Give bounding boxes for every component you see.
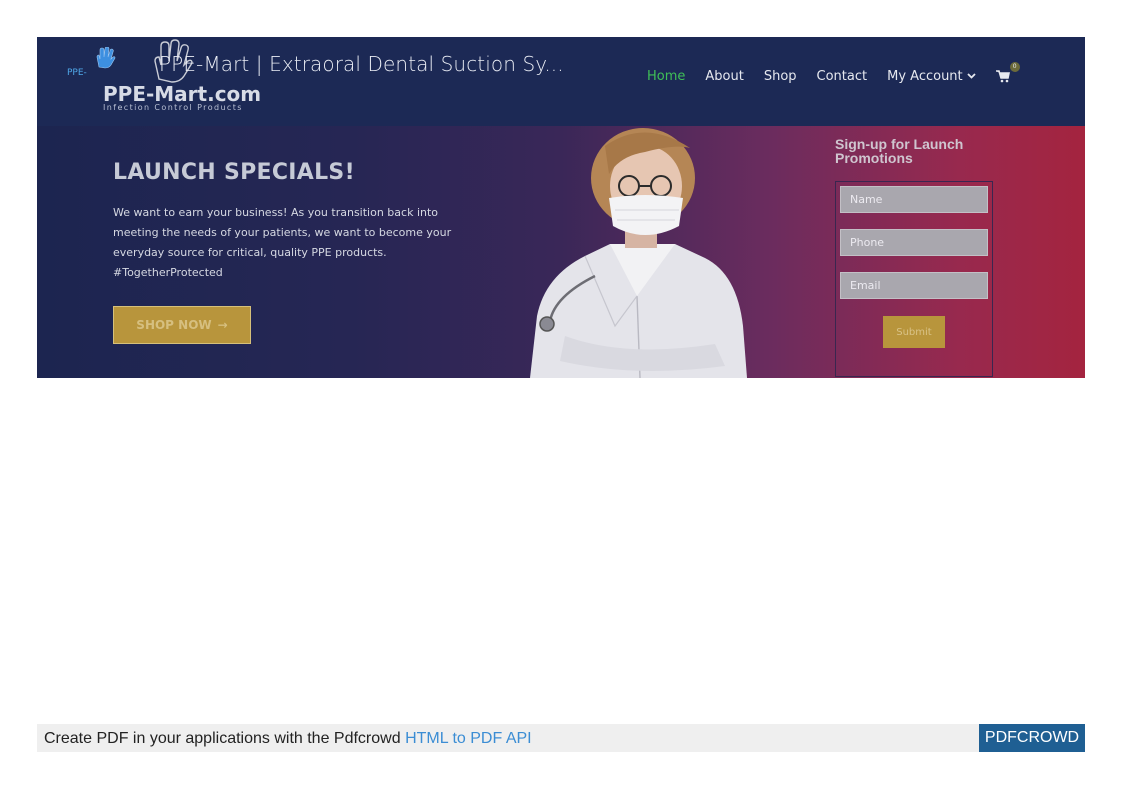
submit-button[interactable]: Submit	[883, 316, 945, 348]
pdfcrowd-link[interactable]: HTML to PDF API	[405, 730, 532, 747]
signup-title: Sign-up for Launch Promotions	[835, 136, 964, 166]
brand-tagline: Infection Control Products	[103, 103, 243, 112]
pdfcrowd-bar: Create PDF in your applications with the…	[37, 724, 1085, 752]
arrow-right-icon: →	[217, 318, 228, 332]
pdfcrowd-message: Create PDF in your applications with the…	[44, 730, 401, 747]
phone-field[interactable]: Phone	[840, 229, 988, 256]
shop-now-label: SHOP NOW	[136, 318, 212, 332]
nav-contact[interactable]: Contact	[817, 69, 868, 84]
signup-form: Name Phone Email Submit	[835, 181, 993, 377]
nav-about[interactable]: About	[705, 69, 743, 84]
shop-now-button[interactable]: SHOP NOW →	[113, 306, 251, 344]
nav-home[interactable]: Home	[647, 69, 685, 84]
doctor-photo	[530, 128, 747, 378]
pdfcrowd-text: Create PDF in your applications with the…	[44, 730, 532, 748]
cart-button[interactable]: 0	[995, 62, 1020, 84]
site-header: PPE- PPE-Mart | Extraoral Dental Suction…	[37, 37, 1085, 126]
hero-description: We want to earn your business! As you tr…	[113, 206, 452, 279]
page: PPE- PPE-Mart | Extraoral Dental Suction…	[0, 0, 1123, 795]
hand-icon	[96, 47, 116, 69]
nav-my-account-label: My Account	[887, 68, 963, 84]
main-nav: Home About Shop Contact My Account 0	[647, 62, 1020, 84]
pdfcrowd-badge[interactable]: PDFCROWD	[979, 724, 1085, 752]
hero-banner: LAUNCH SPECIALS! We want to earn your bu…	[37, 126, 1085, 378]
logo-small-text: PPE-	[67, 68, 87, 78]
cart-count-badge: 0	[1009, 62, 1020, 72]
name-field[interactable]: Name	[840, 186, 988, 213]
chevron-down-icon	[967, 73, 976, 79]
email-field[interactable]: Email	[840, 272, 988, 299]
nav-shop[interactable]: Shop	[764, 69, 797, 84]
hero-title: LAUNCH SPECIALS!	[113, 160, 355, 185]
document-title: PPE-Mart | Extraoral Dental Suction Sy..…	[159, 52, 564, 76]
cart-icon	[995, 70, 1010, 83]
nav-my-account[interactable]: My Account	[887, 69, 976, 84]
